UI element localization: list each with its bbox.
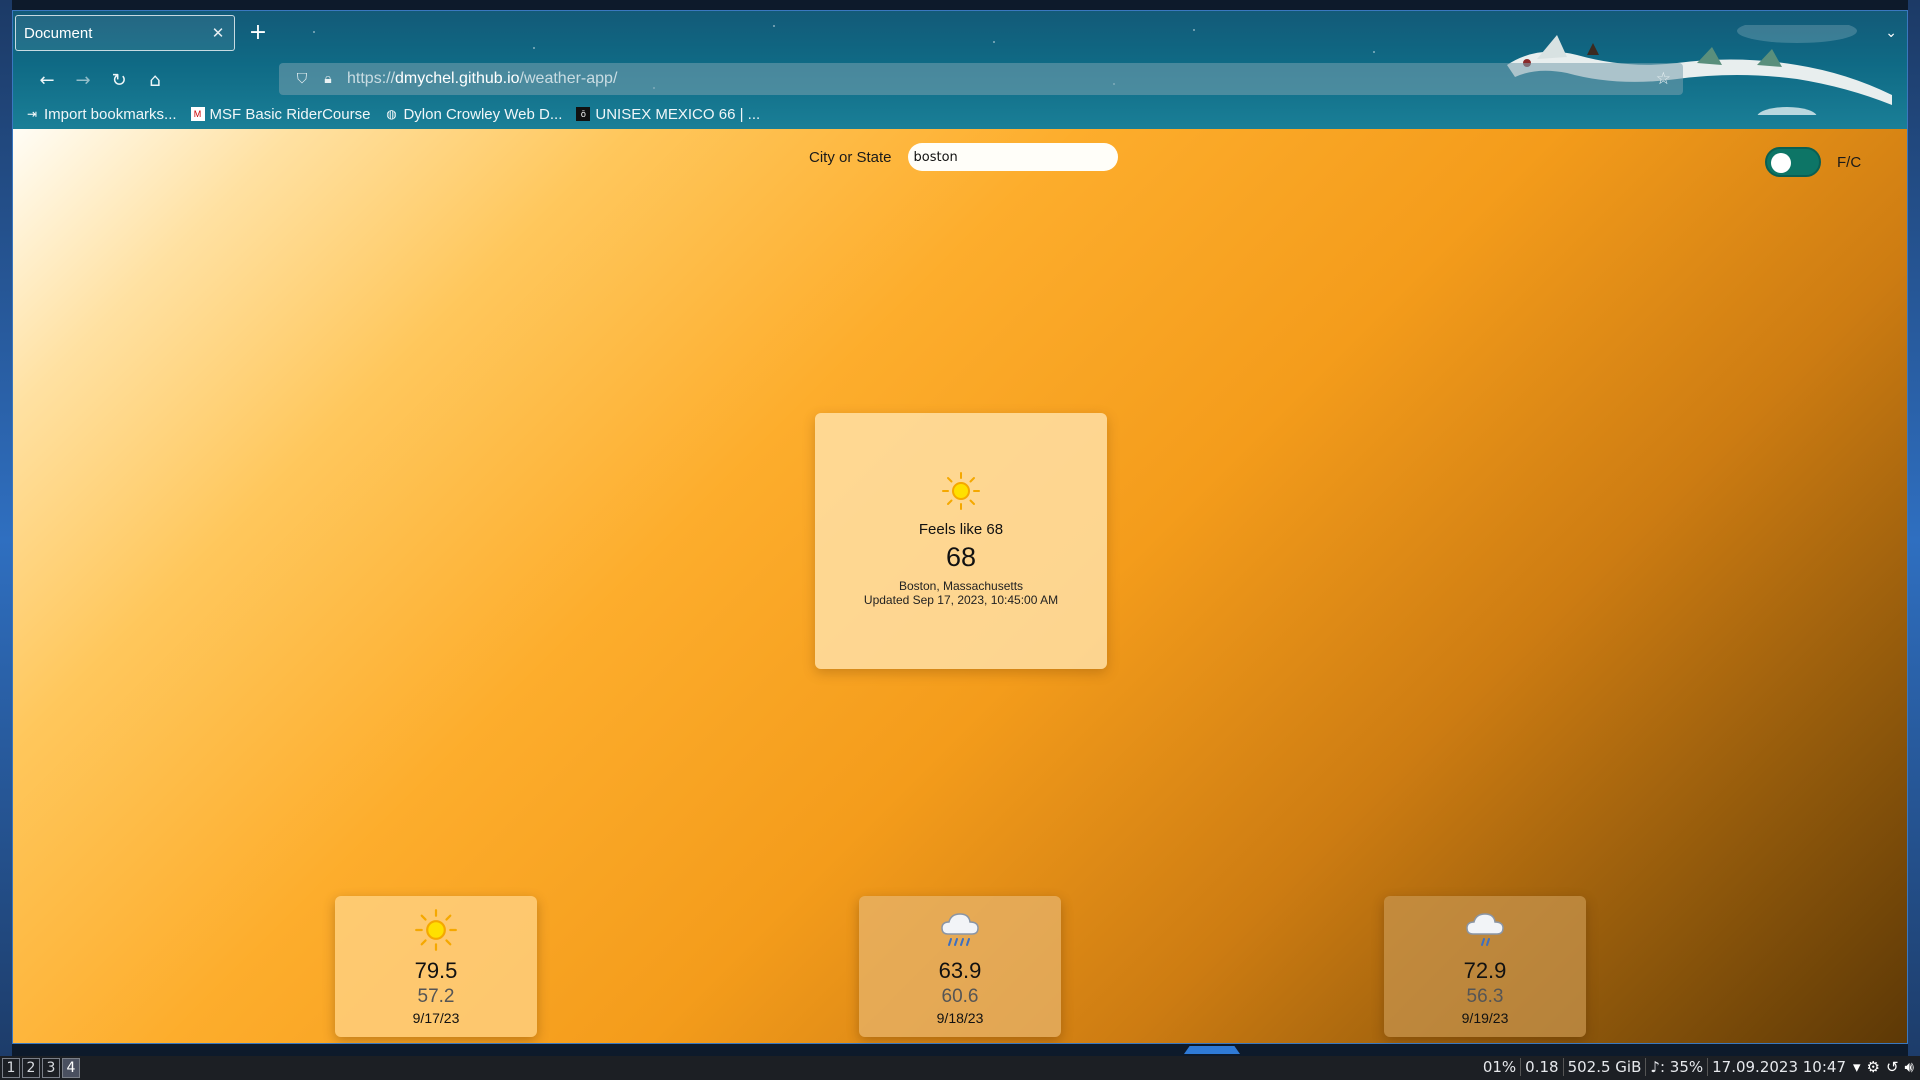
load-average: 0.18 (1520, 1058, 1562, 1076)
shield-icon[interactable]: ⛉ (289, 71, 315, 87)
url-bar[interactable]: ⛉ 🔒︎ https://dmychel.github.io/weather-a… (279, 63, 1683, 95)
new-tab-icon[interactable]: + (247, 22, 269, 44)
sync-icon[interactable]: ↺ (1886, 1058, 1899, 1076)
clock: 17.09.2023 10:47 (1707, 1058, 1850, 1076)
lock-icon[interactable]: 🔒︎ (315, 71, 341, 87)
url-path: /weather-app/ (519, 70, 618, 87)
bookmark-label: MSF Basic RiderCourse (209, 105, 371, 123)
home-icon[interactable]: ⌂ (141, 67, 169, 95)
forecast-date: 9/19/23 (1461, 1010, 1509, 1026)
bookmarks-bar: ⇥ Import bookmarks... M MSF Basic RiderC… (13, 101, 1907, 127)
forecast-low: 57.2 (417, 986, 455, 1007)
bookmark-label: Import bookmarks... (44, 105, 177, 123)
current-temperature: 68 (945, 542, 977, 572)
forecast-high: 72.9 (1463, 958, 1507, 983)
bookmark-msf[interactable]: M MSF Basic RiderCourse (190, 105, 371, 123)
forecast-high: 63.9 (938, 958, 982, 983)
cpu-usage: 01% (1482, 1058, 1517, 1076)
forecast-date: 9/17/23 (412, 1010, 460, 1026)
bookmark-unisex-mexico[interactable]: ō UNISEX MEXICO 66 | ... (576, 106, 760, 123)
url-prefix: https:// (347, 70, 396, 87)
workspace-1[interactable]: 1 (2, 1058, 20, 1078)
wifi-icon[interactable]: ▾ (1853, 1058, 1861, 1076)
bookmark-import[interactable]: ⇥ Import bookmarks... (25, 106, 177, 123)
search-form: City or State (809, 143, 1118, 171)
close-tab-icon[interactable]: ✕ (210, 24, 226, 42)
back-arrow-icon[interactable]: ← (33, 67, 61, 95)
navigation-bar: ← → ↻ ⌂ ⛉ 🔒︎ https://dmychel.github.io/w… (13, 63, 1907, 99)
chevron-down-icon[interactable]: ⌄ (1885, 25, 1897, 41)
bookmark-label: Dylon Crowley Web D... (403, 105, 563, 123)
forecast-high: 79.5 (414, 958, 458, 983)
unit-toggle: F/C (1765, 147, 1861, 177)
sun-icon (415, 909, 457, 951)
light-rain-icon (1466, 913, 1504, 946)
import-icon: ⇥ (26, 107, 38, 121)
workspace-4[interactable]: 4 (62, 1058, 80, 1078)
desktop-background-left (0, 0, 12, 1080)
browser-chrome: Document ✕ + ⌄ ← → ↻ ⌂ ⛉ 🔒︎ https://dmyc… (13, 11, 1907, 129)
url-text[interactable]: https://dmychel.github.io/weather-app/ (347, 70, 617, 88)
weather-app-page: City or State F/C Feels like 68 68 Bost (13, 129, 1907, 1043)
location-text: Boston, Massachusetts (898, 579, 1024, 593)
workspace-2[interactable]: 2 (22, 1058, 40, 1078)
workspace-3[interactable]: 3 (42, 1058, 60, 1078)
taskbar-accent (1184, 1046, 1240, 1054)
forecast-card-day-3: 72.9 56.3 9/19/23 (1384, 896, 1586, 1037)
reload-icon[interactable]: ↻ (105, 67, 133, 95)
tab-title: Document (24, 24, 93, 42)
bookmark-dylon[interactable]: ◍ Dylon Crowley Web D... (384, 106, 562, 123)
sun-icon (942, 472, 980, 510)
onitsuka-favicon-icon: ō (576, 107, 591, 121)
desktop-background-right (1908, 0, 1920, 1080)
system-tray: ▾ ⚙ ↺ 🔊︎ (1847, 1058, 1914, 1076)
current-weather-card: Feels like 68 68 Boston, Massachusetts U… (815, 413, 1107, 669)
msf-favicon-icon: M (190, 107, 205, 121)
bookmark-label: UNISEX MEXICO 66 | ... (595, 105, 761, 123)
browser-window: Document ✕ + ⌄ ← → ↻ ⌂ ⛉ 🔒︎ https://dmyc… (12, 10, 1908, 1044)
speaker-icon[interactable]: 🔊︎ (1905, 1058, 1914, 1076)
updated-timestamp: Updated Sep 17, 2023, 10:45:00 AM (863, 593, 1059, 607)
unit-toggle-label: F/C (1837, 153, 1862, 171)
search-label: City or State (809, 148, 892, 166)
city-search-input[interactable] (907, 143, 1118, 171)
forecast-low: 60.6 (941, 986, 979, 1007)
forward-arrow-icon[interactable]: → (69, 67, 97, 95)
unit-toggle-switch[interactable] (1765, 147, 1821, 177)
volume-level: ♪: 35% (1645, 1058, 1707, 1076)
system-taskbar: 1 2 3 4 01% 0.18 502.5 GiB ♪: 35% 17.09.… (0, 1056, 1920, 1080)
feels-like-text: Feels like 68 (918, 521, 1004, 538)
gear-icon[interactable]: ⚙ (1867, 1058, 1880, 1076)
forecast-card-day-1: 79.5 57.2 9/17/23 (335, 896, 537, 1037)
toggle-knob (1771, 153, 1791, 173)
rain-icon (941, 913, 979, 946)
tab-document[interactable]: Document ✕ (15, 15, 235, 51)
url-host: dmychel.github.io (395, 70, 520, 87)
tab-bar: Document ✕ + ⌄ (13, 11, 1907, 55)
star-icon[interactable]: ☆ (1656, 69, 1671, 89)
disk-free: 502.5 GiB (1562, 1058, 1646, 1076)
forecast-card-day-2: 63.9 60.6 9/18/23 (859, 896, 1061, 1037)
forecast-date: 9/18/23 (936, 1010, 984, 1026)
forecast-low: 56.3 (1466, 986, 1504, 1007)
status-bar: 01% 0.18 502.5 GiB ♪: 35% 17.09.2023 10:… (1479, 1058, 1850, 1076)
globe-icon: ◍ (386, 107, 397, 121)
